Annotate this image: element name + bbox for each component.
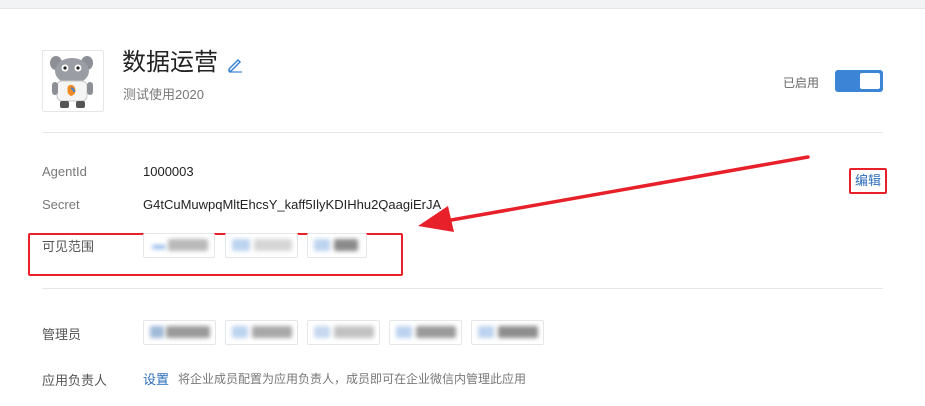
scope-member-chip[interactable] [225,233,298,258]
admins-label: 管理员 [42,327,82,342]
redacted-avatar [478,326,494,338]
toggle-knob [860,73,880,89]
redacted-avatar [150,326,164,338]
app-detail-card: 数据运营 测试使用2020 已启用 AgentId 1000003 编辑 Sec… [0,8,925,406]
redacted-avatar [152,245,166,249]
app-title: 数据运营 [122,49,218,76]
redacted-name [252,326,292,338]
admin-chip[interactable] [389,320,462,345]
admin-chip[interactable] [471,320,544,345]
owner-hint-text: 将企业成员配置为应用负责人，成员即可在企业微信内管理此应用 [178,372,527,386]
divider-top [42,132,883,133]
scope-label: 可见范围 [42,239,95,254]
divider-middle [42,288,883,289]
enable-toggle[interactable] [835,70,883,92]
redacted-name [334,239,358,251]
edit-button[interactable]: 编辑 [849,168,887,194]
pencil-icon[interactable] [226,55,244,73]
mascot-avatar-icon [50,56,93,108]
owner-label: 应用负责人 [42,373,108,388]
owner-setup-link[interactable]: 设置 [143,369,169,388]
app-description: 测试使用2020 [123,87,204,102]
scope-member-chip[interactable] [307,233,367,258]
scope-member-chip[interactable] [143,233,215,258]
redacted-name [166,326,210,338]
secret-value: G4tCuMuwpqMltEhcsY_kaff5IlyKDIHhu2QaagiE… [143,197,442,212]
redacted-avatar [314,326,330,338]
redacted-avatar [232,239,250,251]
admin-chip[interactable] [143,320,216,345]
redacted-avatar [232,326,248,338]
agentid-value: 1000003 [143,164,194,179]
redacted-name [498,326,538,338]
status-label: 已启用 [783,76,820,90]
redacted-name [254,239,292,251]
admin-chip[interactable] [307,320,380,345]
redacted-name [168,239,208,251]
secret-label: Secret [42,197,80,212]
redacted-name [334,326,374,338]
admin-chip[interactable] [225,320,298,345]
agentid-label: AgentId [42,164,87,179]
redacted-avatar [396,326,412,338]
redacted-name [416,326,456,338]
app-avatar[interactable] [42,50,104,112]
redacted-avatar [314,239,330,251]
